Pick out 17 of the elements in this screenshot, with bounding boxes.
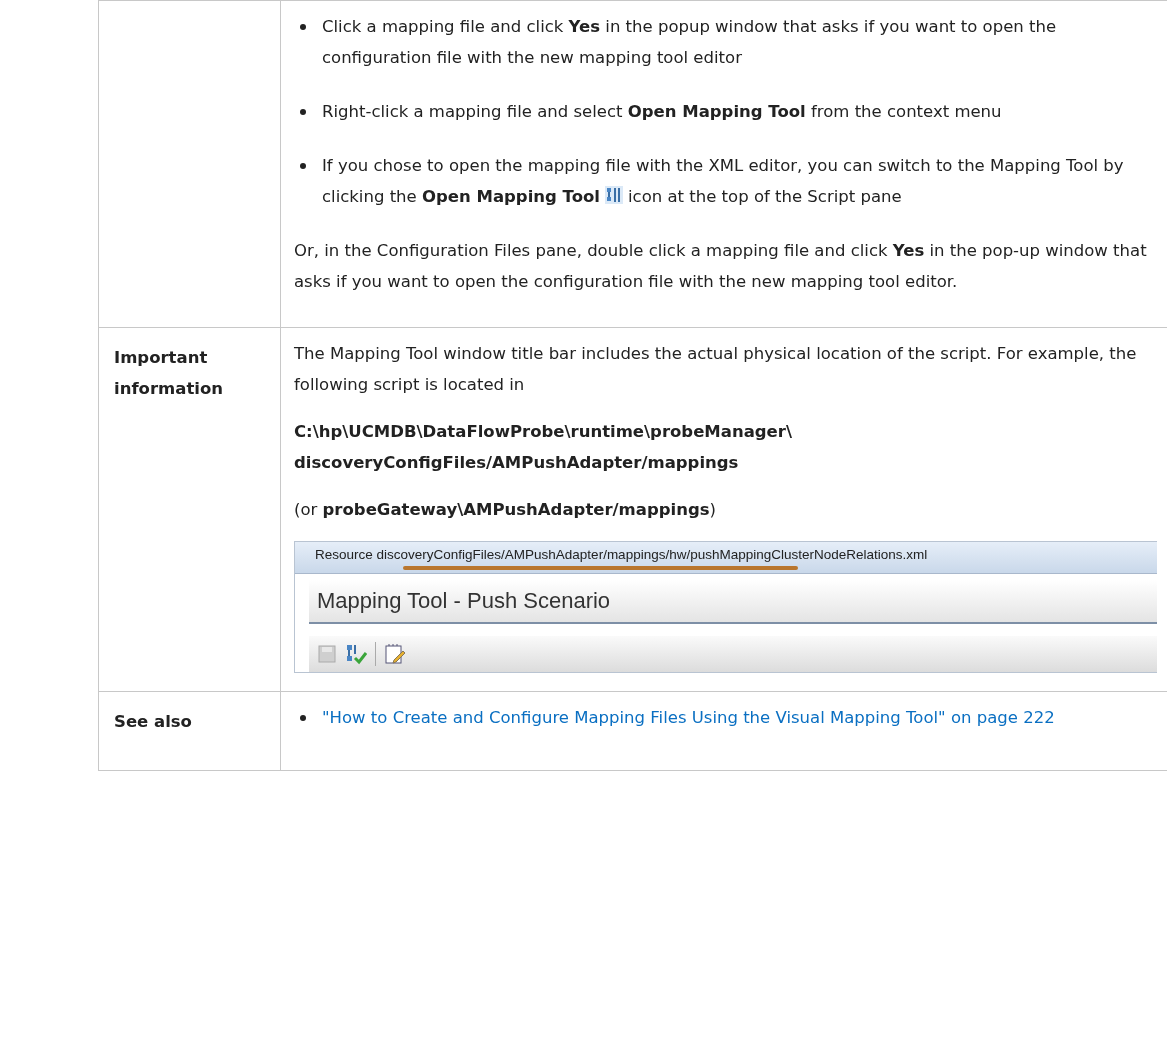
edit-note-icon[interactable] [384, 643, 406, 665]
tool-icon [604, 185, 624, 205]
mapping-check-icon[interactable] [345, 643, 367, 665]
paragraph-text: (or probeGateway\AMPushAdapter/mappings) [294, 499, 718, 521]
bullet-icon [300, 715, 306, 721]
paragraph-text: The Mapping Tool window title bar includes the actual physical location of the script. For example, the following script is located in [294, 343, 1138, 396]
bullet-icon [300, 163, 306, 169]
bullet-text: Click a mapping file and click Yes in the popup window that asks if you want to open the configuration file with the new mapping tool editor [322, 16, 1058, 69]
paragraph-text: Or, in the Configuration Files pane, double click a mapping file and click Yes in the pop-up window that asks if you want to open the configuration file with the new mapping tool editor. [294, 240, 1148, 293]
bullet-icon [300, 24, 306, 30]
bullet-text: Right-click a mapping file and select Open Mapping Tool from the context menu [322, 101, 1002, 123]
row-label: See also [114, 712, 192, 731]
bullet-text: If you chose to open the mapping file with the XML editor, you can switch to the Mapping Tool by clicking the Open Mapping Tool icon at the top of the Script pane [322, 155, 1125, 208]
row-label: Important information [114, 348, 223, 398]
bullet-icon [300, 109, 306, 115]
resource-path: Resource discoveryConfigFiles/AMPushAdapter/mappings/hw/pushMappingClusterNodeRelations.xml [315, 547, 928, 562]
paragraph-text: C:\hp\UCMDB\DataFlowProbe\runtime\probeManager\ discoveryConfigFiles/AMPushAdapter/mappings [294, 421, 793, 474]
